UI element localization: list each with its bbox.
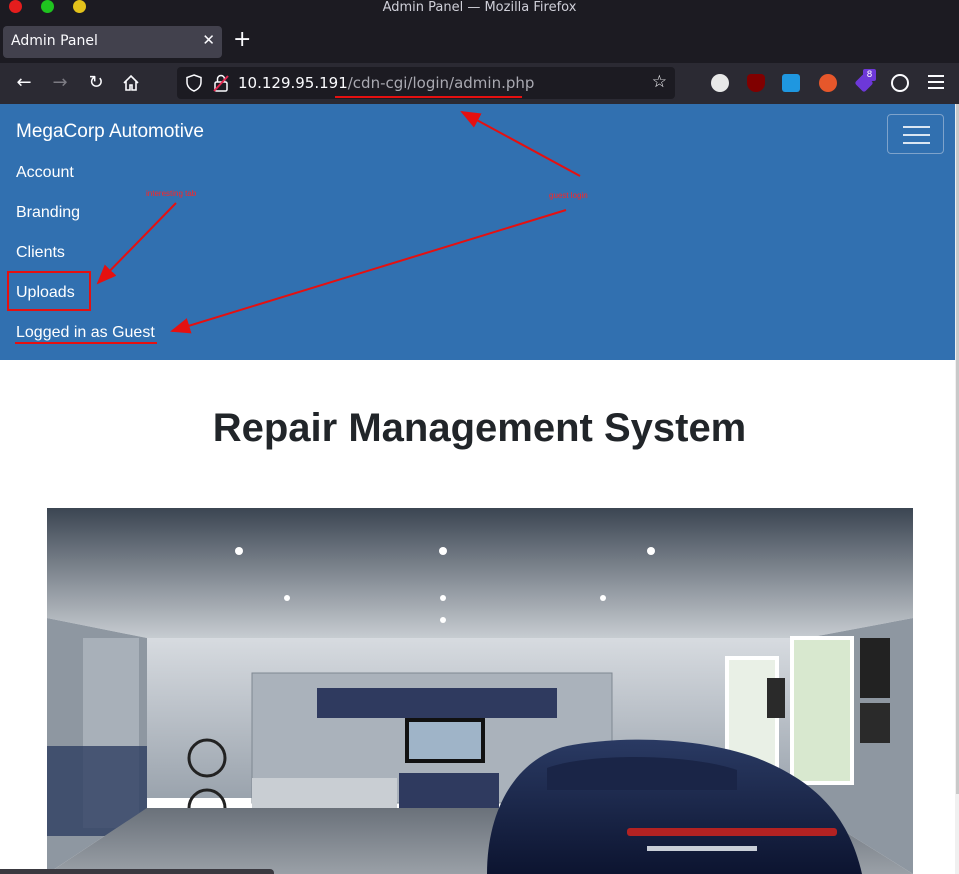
- annotation-arrow-login: [170, 209, 567, 334]
- annotation-arrow-uploads: [96, 202, 177, 285]
- status-bar: [0, 869, 274, 874]
- hero-garage-image: [47, 508, 913, 874]
- annotation-arrow-url: [460, 111, 581, 177]
- page-title: Repair Management System: [212, 406, 747, 450]
